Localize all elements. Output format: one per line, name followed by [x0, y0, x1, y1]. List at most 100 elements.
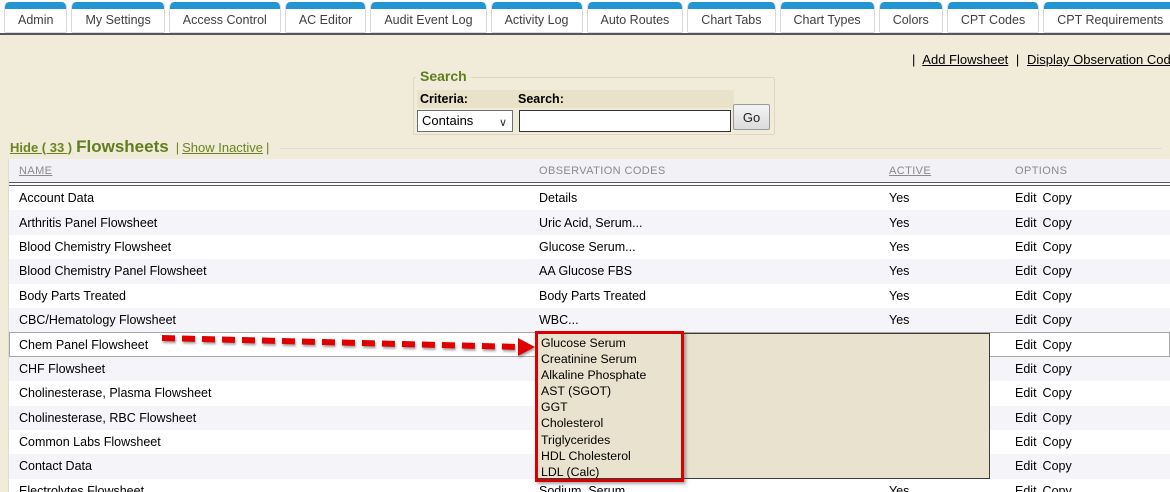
- edit-link[interactable]: Edit: [1015, 386, 1037, 400]
- tab-ac-editor[interactable]: AC Editor: [285, 2, 367, 33]
- tab-accent-bar: [72, 2, 163, 9]
- options-cell: Edit Copy: [1015, 240, 1170, 254]
- copy-link[interactable]: Copy: [1043, 435, 1072, 449]
- edit-link[interactable]: Edit: [1015, 459, 1037, 473]
- tab-label: CPT Codes: [948, 9, 1038, 31]
- tab-accent-bar: [1044, 2, 1170, 9]
- observation-codes-cell: Sodium, Serum...: [539, 484, 889, 492]
- copy-link[interactable]: Copy: [1043, 313, 1072, 327]
- copy-link[interactable]: Copy: [1043, 338, 1072, 352]
- go-button[interactable]: Go: [733, 104, 770, 130]
- flowsheet-name: Chem Panel Flowsheet: [9, 338, 539, 352]
- active-cell: Yes: [889, 264, 1015, 278]
- edit-link[interactable]: Edit: [1015, 289, 1037, 303]
- link-separator: |: [1012, 52, 1023, 67]
- link-separator: |: [908, 52, 919, 67]
- active-cell: Yes: [889, 484, 1015, 492]
- flowsheet-name: CBC/Hematology Flowsheet: [9, 313, 539, 327]
- options-cell: Edit Copy: [1015, 313, 1170, 327]
- tab-access-control[interactable]: Access Control: [169, 2, 281, 33]
- observation-code-item: Creatinine Serum: [541, 351, 681, 367]
- copy-link[interactable]: Copy: [1043, 191, 1072, 205]
- observation-code-item: Glucose Serum: [541, 335, 681, 351]
- copy-link[interactable]: Copy: [1043, 484, 1072, 492]
- tab-audit-event-log[interactable]: Audit Event Log: [370, 2, 486, 33]
- column-header-options: OPTIONS: [1015, 165, 1170, 177]
- tab-label: Chart Tabs: [688, 9, 774, 31]
- add-flowsheet-link[interactable]: Add Flowsheet: [922, 52, 1008, 67]
- observation-codes-cell: Details: [539, 191, 889, 205]
- tab-admin[interactable]: Admin: [4, 2, 67, 33]
- flowsheet-name: Cholinesterase, Plasma Flowsheet: [9, 386, 539, 400]
- display-observation-codes-link[interactable]: Display Observation Codes: [1027, 52, 1170, 67]
- edit-link[interactable]: Edit: [1015, 411, 1037, 425]
- admin-tab-bar: Admin My Settings Access Control AC Edit…: [0, 0, 1170, 33]
- edit-link[interactable]: Edit: [1015, 338, 1037, 352]
- tab-chart-types[interactable]: Chart Types: [780, 2, 875, 33]
- tab-colors[interactable]: Colors: [879, 2, 943, 33]
- tab-chart-tabs[interactable]: Chart Tabs: [687, 2, 775, 33]
- options-cell: Edit Copy: [1015, 216, 1170, 230]
- show-inactive-link[interactable]: Show Inactive: [182, 140, 263, 155]
- active-cell: Yes: [889, 240, 1015, 254]
- column-header-observation-codes: OBSERVATION CODES: [539, 165, 889, 177]
- flowsheet-name: Arthritis Panel Flowsheet: [9, 216, 539, 230]
- table-header-row: NAMEOBSERVATION CODESACTIVEOPTIONS: [9, 159, 1170, 182]
- flowsheet-name: Body Parts Treated: [9, 289, 539, 303]
- table-row[interactable]: Account Data Details Yes EditCopy: [9, 186, 1170, 210]
- observation-codes-cell: WBC...: [539, 313, 889, 327]
- edit-link[interactable]: Edit: [1015, 313, 1037, 327]
- column-header-active[interactable]: ACTIVE: [889, 165, 1015, 177]
- tab-auto-routes[interactable]: Auto Routes: [587, 2, 684, 33]
- tab-label: Activity Log: [492, 9, 582, 31]
- criteria-selected-value: Contains: [422, 113, 473, 128]
- copy-link[interactable]: Copy: [1043, 264, 1072, 278]
- options-cell: Edit Copy: [1015, 435, 1170, 449]
- table-row[interactable]: Blood Chemistry Flowsheet Glucose Serum.…: [9, 235, 1170, 259]
- flowsheet-name: Blood Chemistry Flowsheet: [9, 240, 539, 254]
- hide-count-link[interactable]: Hide ( 33 ): [10, 140, 72, 155]
- edit-link[interactable]: Edit: [1015, 264, 1037, 278]
- table-row[interactable]: Arthritis Panel Flowsheet Uric Acid, Ser…: [9, 210, 1170, 234]
- edit-link[interactable]: Edit: [1015, 484, 1037, 492]
- tab-accent-bar: [880, 2, 942, 9]
- tab-accent-bar: [371, 2, 485, 9]
- copy-link[interactable]: Copy: [1043, 459, 1072, 473]
- search-input[interactable]: [519, 110, 731, 132]
- copy-link[interactable]: Copy: [1043, 362, 1072, 376]
- flowsheet-name: Common Labs Flowsheet: [9, 435, 539, 449]
- active-cell: Yes: [889, 216, 1015, 230]
- flowsheet-name: CHF Flowsheet: [9, 362, 539, 376]
- flowsheet-name: Electrolytes Flowsheet: [9, 484, 539, 492]
- edit-link[interactable]: Edit: [1015, 191, 1037, 205]
- table-row[interactable]: Blood Chemistry Panel Flowsheet AA Gluco…: [9, 259, 1170, 283]
- options-cell: Edit Copy: [1015, 386, 1170, 400]
- edit-link[interactable]: Edit: [1015, 435, 1037, 449]
- criteria-select[interactable]: Contains ∨: [417, 110, 513, 132]
- observation-code-item: Cholesterol: [541, 415, 681, 431]
- table-row[interactable]: CBC/Hematology Flowsheet WBC... Yes Edit…: [9, 308, 1170, 332]
- edit-link[interactable]: Edit: [1015, 240, 1037, 254]
- edit-link[interactable]: Edit: [1015, 216, 1037, 230]
- tab-label: Auto Routes: [588, 9, 683, 31]
- tab-activity-log[interactable]: Activity Log: [491, 2, 583, 33]
- tab-accent-bar: [170, 2, 280, 9]
- copy-link[interactable]: Copy: [1043, 216, 1072, 230]
- edit-link[interactable]: Edit: [1015, 362, 1037, 376]
- tab-my-settings[interactable]: My Settings: [71, 2, 164, 33]
- copy-link[interactable]: Copy: [1043, 386, 1072, 400]
- tab-accent-bar: [948, 2, 1038, 9]
- column-header-name[interactable]: NAME: [9, 165, 539, 177]
- tab-accent-bar: [492, 2, 582, 9]
- copy-link[interactable]: Copy: [1043, 289, 1072, 303]
- options-cell: Edit Copy: [1015, 411, 1170, 425]
- page-action-links: | Add Flowsheet | Display Observation Co…: [908, 52, 1170, 67]
- tab-cpt-requirements[interactable]: CPT Requirements: [1043, 2, 1170, 33]
- copy-link[interactable]: Copy: [1043, 411, 1072, 425]
- flowsheets-list-header: Hide ( 33 ) Flowsheets | Show Inactive |: [10, 137, 1162, 157]
- table-row[interactable]: Body Parts Treated Body Parts Treated Ye…: [9, 284, 1170, 308]
- tab-cpt-codes[interactable]: CPT Codes: [947, 2, 1039, 33]
- observation-codes-cell: Body Parts Treated: [539, 289, 889, 303]
- options-cell: Edit Copy: [1015, 264, 1170, 278]
- copy-link[interactable]: Copy: [1043, 240, 1072, 254]
